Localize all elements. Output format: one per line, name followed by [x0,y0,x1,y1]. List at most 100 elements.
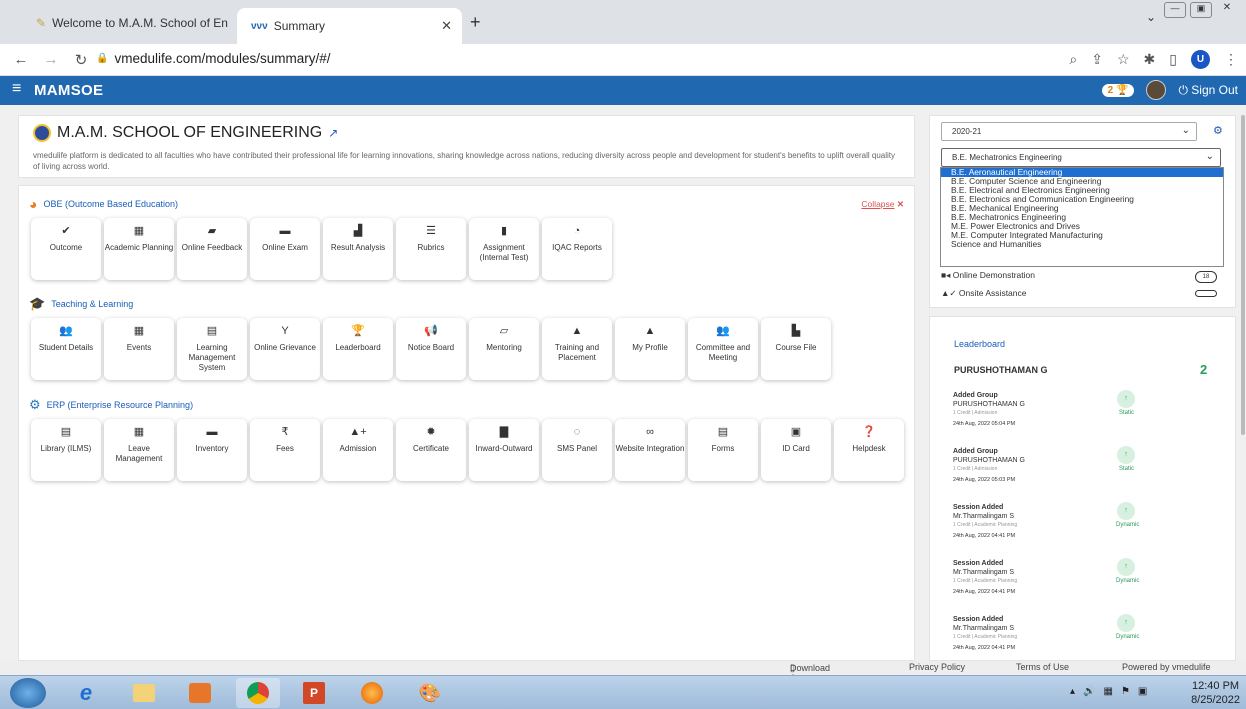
url-field[interactable]: 🔒 vmedulife.com/modules/summary/#/ [96,51,331,66]
certificate-icon: ✹ [426,426,436,438]
close-window-icon[interactable]: ✕ [1216,2,1238,18]
new-tab-button[interactable]: + [470,12,481,33]
teaching-title: Teaching & Learning [51,299,134,309]
tile-label: Helpdesk [852,444,886,453]
tile-forms[interactable]: ▤ Forms [688,419,758,481]
lb-meta: 1 Credit | Academic Planning [953,634,1018,640]
tile-certificate[interactable]: ✹ Certificate [396,419,466,481]
tile-leaderboard[interactable]: 🏆 Leaderboard [323,318,393,380]
page-scrollbar[interactable] [1240,105,1246,661]
zoom-icon[interactable]: ⌕ [1069,51,1077,68]
tile-course-file[interactable]: ▙ Course File [761,318,831,380]
tab-search-chevron-icon[interactable]: ⌄ [1146,10,1156,24]
tile-result-analysis[interactable]: ▟ Result Analysis [323,218,393,280]
tile-online-grievance[interactable]: Y Online Grievance [250,318,320,380]
flag-icon[interactable]: ⚑ [1121,686,1130,697]
megaphone-icon: 📢 [424,325,438,337]
browser-tab-summary[interactable]: ννν Summary ✕ [237,8,462,44]
back-icon[interactable]: ← [10,51,32,68]
explorer-icon[interactable] [122,678,166,708]
tray-up-arrow-icon[interactable]: ▴ [1070,686,1075,697]
collapse-button[interactable]: Collapse ✕ [861,199,904,210]
tile-website-integration[interactable]: ∞ Website Integration [615,419,685,481]
trophy-notification-badge[interactable]: 2 🏆 [1101,83,1135,97]
extensions-puzzle-icon[interactable]: ✱ [1144,51,1156,68]
program-option[interactable]: Science and Humanities [941,240,1223,249]
tile-my-profile[interactable]: ▲ My Profile [615,318,685,380]
tile-label: Student Details [38,343,94,352]
program-select[interactable]: B.E. Mechatronics Engineering ⌄ [941,148,1221,167]
tile-assignment-internal-test[interactable]: ▮ Assignment (Internal Test) [469,218,539,280]
online-demo-count: 18 [1195,271,1217,283]
leaderboard-item: Added Group PURUSHOTHAMAN G 1 Credit | Adm… [953,447,1025,485]
reload-icon[interactable]: ↻ [70,51,92,69]
tile-sms-panel[interactable]: ◌ SMS Panel [542,419,612,481]
tile-training-and-placement[interactable]: ▲ Training and Placement [542,318,612,380]
tile-label: Events [126,343,152,352]
tile-label: Inventory [195,444,229,453]
tile-outcome[interactable]: ✔ Outcome [31,218,101,280]
external-link-icon[interactable]: ↗ [328,126,338,140]
tile-committee-and-meeting[interactable]: 👥 Committee and Meeting [688,318,758,380]
id-card-icon: ▣ [790,426,802,438]
share-icon[interactable]: ⇪ [1091,51,1103,68]
side-panel-icon[interactable]: ▯ [1169,51,1177,68]
privacy-policy-link[interactable]: Privacy Policy [909,662,965,672]
tile-label: Outcome [49,243,83,252]
minimize-icon[interactable]: — [1164,2,1186,18]
powerpoint-icon[interactable]: P [292,678,336,708]
ie-icon[interactable]: e [64,678,108,708]
tile-student-details[interactable]: 👥 Student Details [31,318,101,380]
menu-kebab-icon[interactable]: ⋮ [1224,51,1238,68]
keyboard-icon[interactable]: ▣ [1138,686,1147,697]
tile-library-ilms[interactable]: ▤ Library (ILMS) [31,419,101,481]
tile-mentoring[interactable]: ▱ Mentoring [469,318,539,380]
tile-inward-outward[interactable]: ▇ Inward-Outward [469,419,539,481]
tile-label: SMS Panel [556,444,598,453]
bookmark-star-icon[interactable]: ☆ [1117,51,1130,68]
tile-iqac-reports[interactable]: ◔ IQAC Reports [542,218,612,280]
address-bar-row: ← → ↻ 🔒 vmedulife.com/modules/summary/#/… [0,44,1246,76]
tile-academic-planning[interactable]: ▦ Academic Planning [104,218,174,280]
maximize-icon[interactable]: ▣ [1190,2,1212,18]
tile-admission[interactable]: ▲+ Admission [323,419,393,481]
signout-button[interactable]: ⏻ Sign Out [1178,83,1238,98]
start-orb-icon[interactable] [10,678,46,708]
close-tab-icon[interactable]: ✕ [441,18,452,34]
powered-by-link[interactable]: Powered by vmedulife [1122,662,1211,672]
scrollbar-thumb[interactable] [1241,115,1245,435]
tile-helpdesk[interactable]: ❓ Helpdesk [834,419,904,481]
tile-notice-board[interactable]: 📢 Notice Board [396,318,466,380]
forward-icon[interactable]: → [40,51,62,68]
chrome-icon[interactable] [236,678,280,708]
leaderboard-title[interactable]: Leaderboard [954,339,1005,349]
tile-learning-management-system[interactable]: ▤ Learning Management System [177,318,247,380]
media-player-icon[interactable] [178,678,222,708]
terms-link[interactable]: Terms of Use [1016,662,1069,672]
hamburger-menu-icon[interactable]: ≡ [12,80,21,98]
profile-avatar[interactable]: U [1191,50,1210,69]
paint-icon[interactable]: 🎨 [408,678,452,708]
tile-id-card[interactable]: ▣ ID Card [761,419,831,481]
system-clock[interactable]: 12:40 PM 8/25/2022 [1191,679,1240,707]
tile-inventory[interactable]: ▬ Inventory [177,419,247,481]
settings-gear-icon[interactable]: ⚙ [1213,124,1223,137]
tile-fees[interactable]: ₹ Fees [250,419,320,481]
browser-tab-welcome[interactable]: ✎ Welcome to M.A.M. School of En ✕ [28,10,256,36]
network-icon[interactable]: ▦ [1103,686,1112,697]
user-avatar[interactable] [1146,80,1167,100]
volume-icon[interactable]: 🔊 [1083,686,1095,697]
academic-year-select[interactable]: 2020-21 ⌄ [941,122,1197,141]
tile-events[interactable]: ▦ Events [104,318,174,380]
onsite-assistance-row[interactable]: ▲✓ Onsite Assistance [941,288,1026,299]
tile-online-feedback[interactable]: ▰ Online Feedback [177,218,247,280]
modules-card: ◕ OBE (Outcome Based Education) Collapse… [18,185,915,661]
tile-rubrics[interactable]: ☰ Rubrics [396,218,466,280]
tile-leave-management[interactable]: ▦ Leave Management [104,419,174,481]
leaderboard-item: Session Added Mr.Tharmalingam S 1 Credit |… [953,503,1017,541]
erp-gears-icon: ⚙ [29,397,41,412]
online-demo-row[interactable]: ■◂ Online Demonstration [941,270,1035,281]
tile-online-exam[interactable]: ▬ Online Exam [250,218,320,280]
calendar-check-icon: ▦ [133,325,145,337]
firefox-icon[interactable] [350,678,394,708]
